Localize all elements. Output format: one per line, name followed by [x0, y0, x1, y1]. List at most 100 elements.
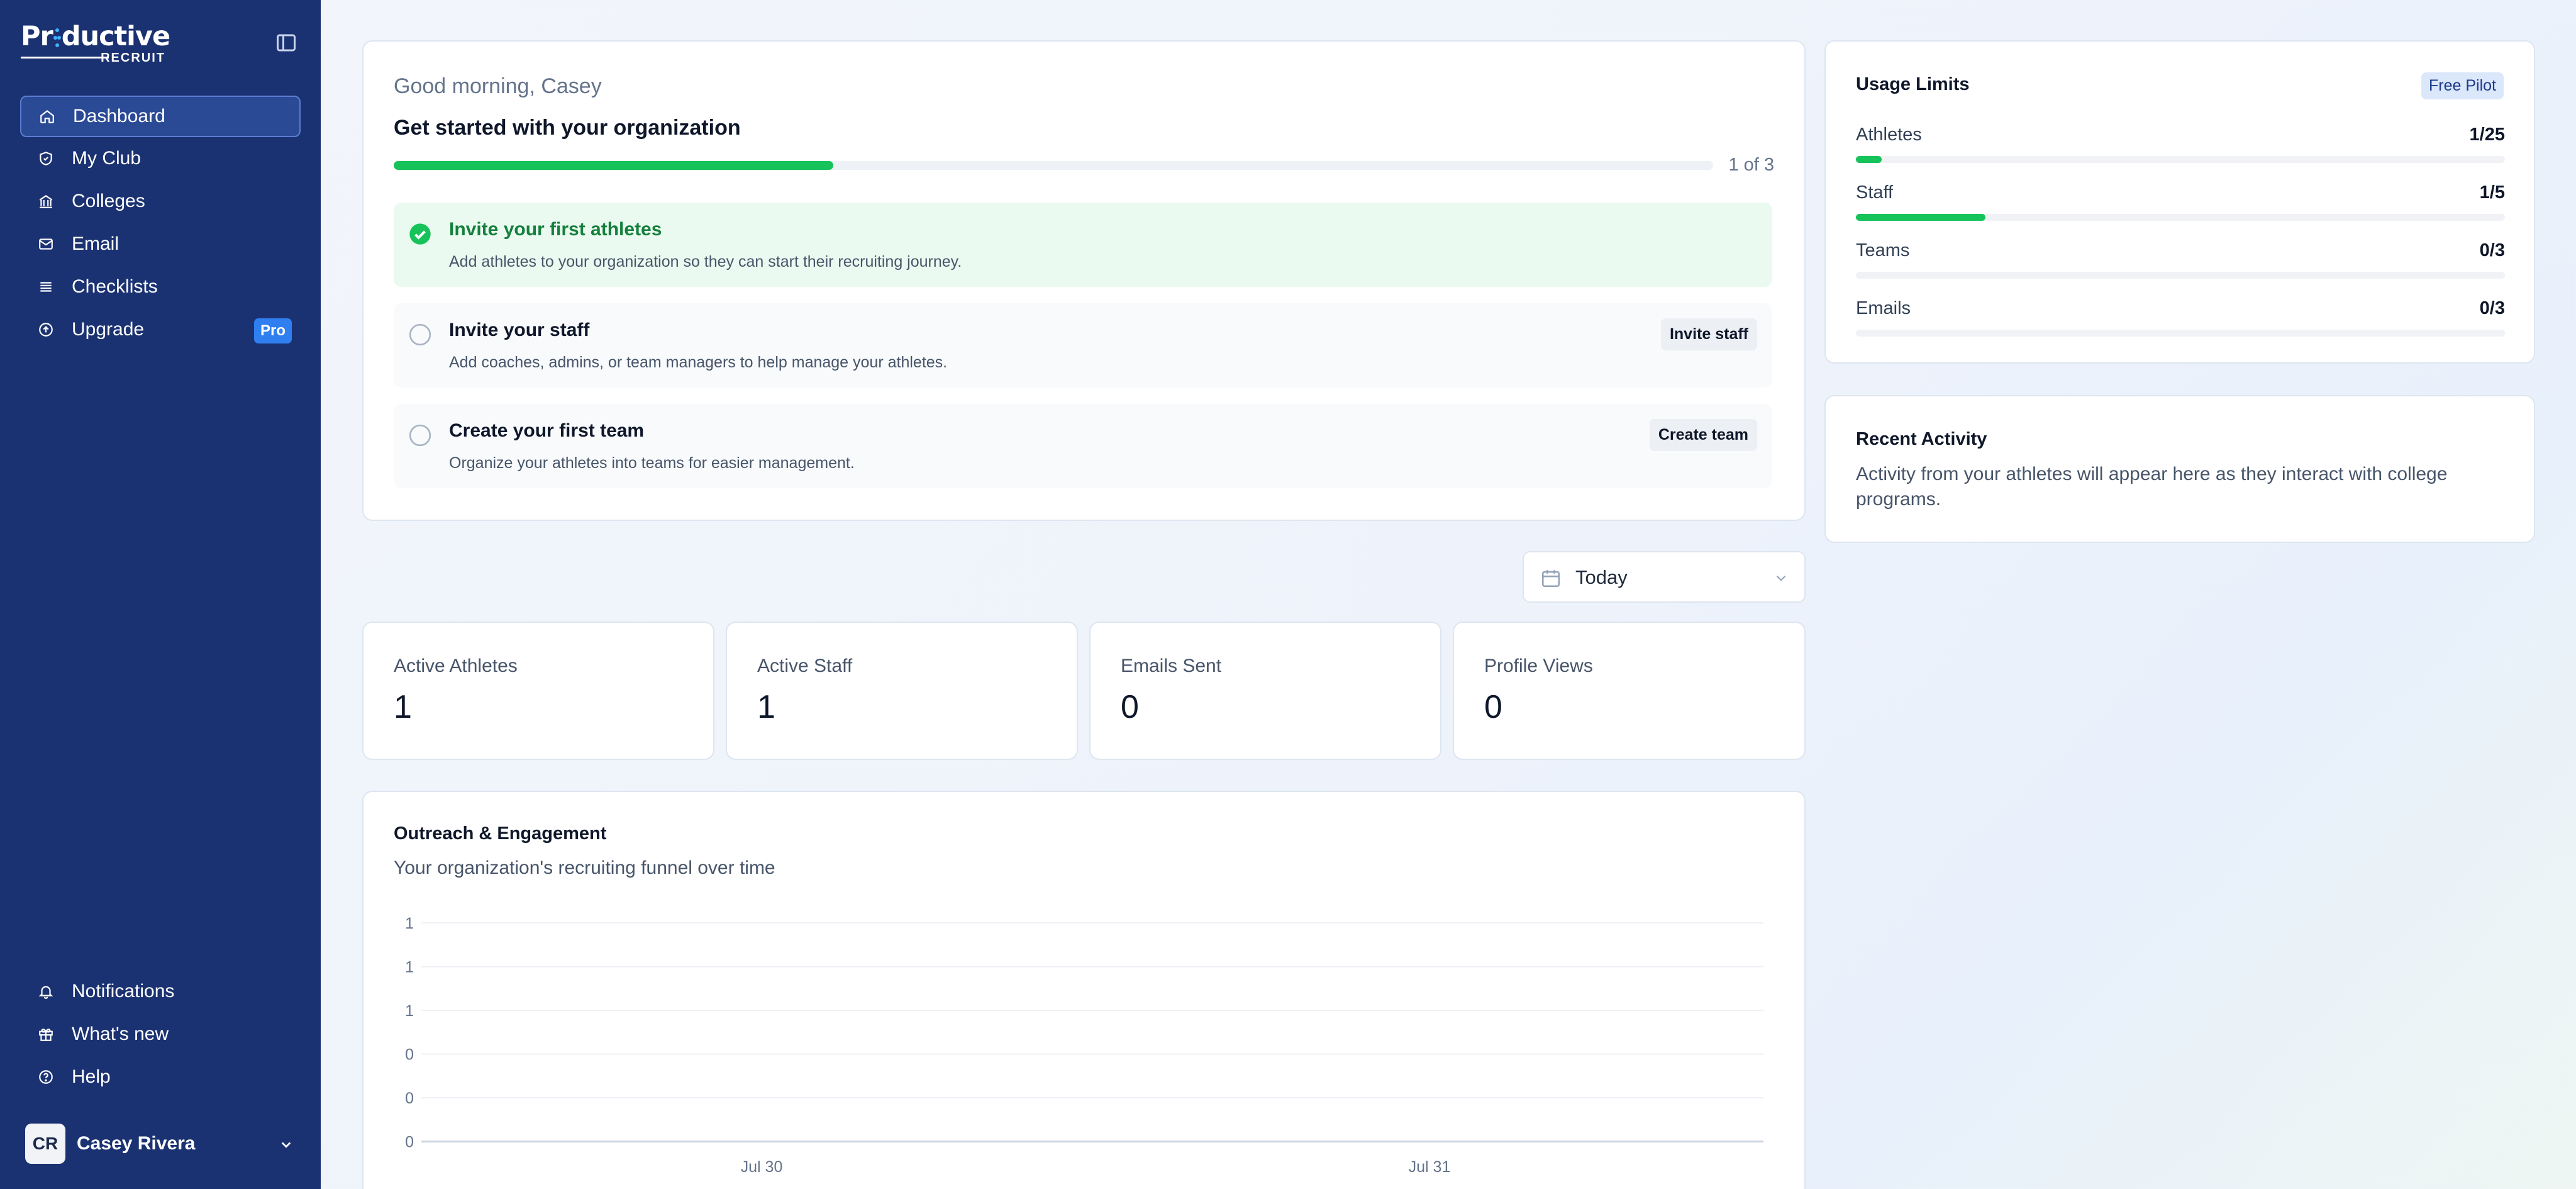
sidebar-item-notifications[interactable]: Notifications: [20, 971, 301, 1012]
sidebar-item-dashboard[interactable]: Dashboard: [20, 96, 301, 137]
task-create-team[interactable]: Create your first team Organize your ath…: [394, 404, 1772, 488]
sidebar-panel-icon: [277, 34, 296, 52]
limit-value: 1/5: [2479, 182, 2505, 203]
stat-active-athletes: Active Athletes 1: [362, 622, 714, 760]
limit-bar-fill: [1856, 214, 1986, 221]
stat-label: Emails Sent: [1121, 656, 1222, 676]
chevron-down-icon: [1773, 570, 1789, 586]
task-description: Add coaches, admins, or team managers to…: [449, 354, 948, 371]
y-tick-label: 1: [405, 1002, 414, 1020]
stat-profile-views: Profile Views 0: [1453, 622, 1806, 760]
task-description: Organize your athletes into teams for ea…: [449, 454, 855, 472]
sidebar-item-help[interactable]: Help: [20, 1057, 301, 1097]
y-tick-label: 1: [405, 915, 414, 932]
limit-label: Athletes: [1856, 125, 1922, 145]
upgrade-icon: [36, 320, 55, 339]
create-team-button[interactable]: Create team: [1649, 419, 1757, 451]
avatar: CR: [25, 1124, 65, 1164]
y-tick-label: 0: [405, 1134, 414, 1151]
empty-circle-icon: [408, 322, 433, 347]
y-tick-label: 0: [405, 1090, 414, 1107]
sidebar-item-label: Dashboard: [73, 106, 165, 126]
limit-bar: [1856, 214, 2505, 221]
sidebar-item-label: Email: [72, 233, 119, 254]
date-range-select[interactable]: Today: [1523, 551, 1806, 603]
shield-icon: [36, 149, 55, 168]
x-tick-label: Jul 30: [741, 1158, 783, 1176]
sidebar-item-checklists[interactable]: Checklists: [20, 267, 301, 307]
recent-activity-card: Recent Activity Activity from your athle…: [1824, 395, 2535, 543]
mail-icon: [36, 235, 55, 254]
sidebar-item-upgrade[interactable]: Upgrade Pro: [20, 310, 301, 350]
greeting-text: Good morning, Casey: [394, 74, 602, 98]
limit-bar: [1856, 156, 2505, 163]
limit-bar: [1856, 330, 2505, 337]
check-circle-icon: [408, 221, 433, 247]
onboarding-progress-fill: [394, 161, 833, 170]
empty-circle-icon: [408, 423, 433, 448]
onboarding-progress-count: 1 of 3: [1728, 155, 1774, 175]
stat-value: 1: [394, 689, 412, 725]
limit-value: 0/3: [2479, 240, 2505, 260]
list-icon: [36, 277, 55, 296]
recent-activity-empty-text: Activity from your athletes will appear …: [1856, 464, 2448, 510]
stat-label: Active Staff: [757, 656, 853, 676]
main-nav: Dashboard My Club Colleges Email Checkli…: [20, 96, 301, 352]
logo-wordmark: Pr ductive: [21, 21, 170, 52]
stat-active-staff: Active Staff 1: [726, 622, 1078, 760]
user-menu[interactable]: CR Casey Rivera: [25, 1124, 296, 1164]
sidebar-item-email[interactable]: Email: [20, 224, 301, 264]
home-icon: [38, 107, 57, 126]
sidebar-toggle-button[interactable]: [275, 31, 297, 54]
onboarding-progress-bar: [394, 161, 1713, 170]
task-description: Add athletes to your organization so the…: [449, 253, 962, 271]
help-icon: [36, 1068, 55, 1086]
user-name: Casey Rivera: [77, 1133, 196, 1154]
outreach-line-chart: 1 1 1 0 0 0 Jul 30 Jul 31: [405, 915, 1763, 1176]
recent-activity-title: Recent Activity: [1856, 429, 1987, 449]
limit-label: Staff: [1856, 182, 1894, 203]
task-invite-athletes[interactable]: Invite your first athletes Add athletes …: [394, 203, 1772, 287]
stat-emails-sent: Emails Sent 0: [1089, 622, 1441, 760]
getting-started-title: Get started with your organization: [394, 116, 741, 140]
productive-recruit-logo[interactable]: Pr ductive RECRUIT: [21, 21, 170, 65]
gift-icon: [36, 1025, 55, 1044]
task-title: Invite your staff: [449, 320, 590, 340]
logo-text-end: ductive: [61, 21, 170, 52]
limit-label: Emails: [1856, 298, 1911, 318]
stat-value: 0: [1121, 689, 1139, 725]
limit-bar-fill: [1856, 156, 1882, 163]
sidebar-item-label: Colleges: [72, 191, 145, 211]
sidebar-item-my-club[interactable]: My Club: [20, 138, 301, 179]
y-tick-label: 1: [405, 959, 414, 976]
plan-badge: Free Pilot: [2421, 72, 2504, 99]
sidebar-item-colleges[interactable]: Colleges: [20, 181, 301, 221]
task-title: Create your first team: [449, 420, 645, 441]
logo-underline: [21, 57, 109, 59]
task-invite-staff[interactable]: Invite your staff Add coaches, admins, o…: [394, 303, 1772, 388]
date-range-value: Today: [1575, 566, 1628, 588]
chevron-down-icon: [277, 1135, 296, 1154]
stat-label: Profile Views: [1484, 656, 1593, 676]
limit-value: 1/25: [2469, 125, 2505, 145]
task-title: Invite your first athletes: [449, 219, 662, 240]
sidebar-item-whats-new[interactable]: What's new: [20, 1014, 301, 1054]
sidebar-item-label: Help: [72, 1066, 111, 1087]
stat-label: Active Athletes: [394, 656, 518, 676]
secondary-nav: Notifications What's new Help: [20, 971, 301, 1100]
sidebar-item-label: Upgrade: [72, 319, 145, 340]
y-tick-label: 0: [405, 1046, 414, 1064]
sidebar-item-label: Checklists: [72, 276, 158, 297]
limit-label: Teams: [1856, 240, 1910, 260]
calendar-icon: [1540, 567, 1562, 589]
sidebar: Pr ductive RECRUIT Dashboard My Club Coll…: [0, 0, 321, 1189]
limit-value: 0/3: [2479, 298, 2505, 318]
usage-limits-title: Usage Limits: [1856, 74, 1970, 94]
logo-text-start: Pr: [21, 21, 53, 52]
bell-icon: [36, 982, 55, 1001]
outreach-engagement-card: Outreach & Engagement Your organization'…: [362, 791, 1806, 1189]
limit-bar: [1856, 272, 2505, 279]
sidebar-item-label: My Club: [72, 148, 142, 169]
x-tick-label: Jul 31: [1409, 1158, 1451, 1176]
invite-staff-button[interactable]: Invite staff: [1660, 318, 1757, 350]
